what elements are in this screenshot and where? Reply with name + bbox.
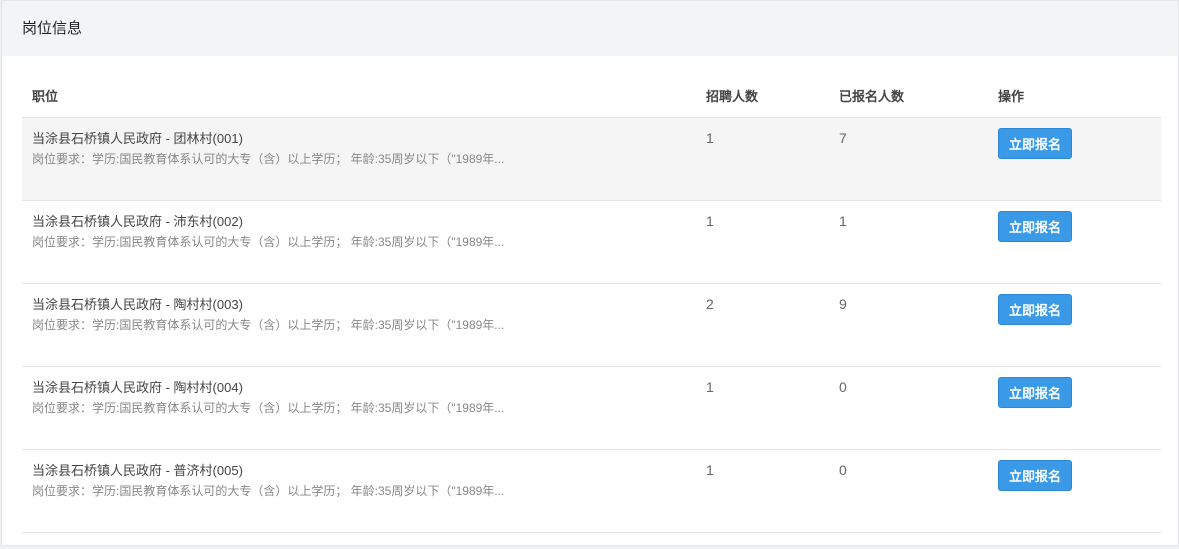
position-title[interactable]: 当涂县石桥镇人民政府 - 普济村(005) [32,462,706,480]
job-info-panel: 岗位信息 职位 招聘人数 已报名人数 操作 当涂县石桥镇人民政府 - 团林村(0… [1,0,1179,546]
hire-count: 1 [706,117,839,201]
action-cell: 立即报名 [998,366,1161,450]
panel-title: 岗位信息 [2,1,1178,56]
position-title[interactable]: 当涂县石桥镇人民政府 - 团林村(001) [32,130,706,148]
col-applied-count: 已报名人数 [839,75,998,118]
position-cell: 当涂县石桥镇人民政府 - 团林村(001) 岗位要求：学历:国民教育体系认可的大专… [22,117,706,201]
col-position: 职位 [22,75,706,118]
apply-now-button[interactable]: 立即报名 [998,376,1073,408]
action-cell: 立即报名 [998,283,1161,367]
position-requirements: 岗位要求：学历:国民教育体系认可的大专（含）以上学历； 年龄:35周岁以下（"1… [32,400,505,415]
apply-now-button[interactable]: 立即报名 [998,459,1073,491]
hire-count: 1 [706,449,839,533]
hire-count: 2 [706,283,839,367]
position-cell: 当涂县石桥镇人民政府 - 普济村(005) 岗位要求：学历:国民教育体系认可的大专… [22,449,706,533]
position-cell: 当涂县石桥镇人民政府 - 陶村村(003) 岗位要求：学历:国民教育体系认可的大专… [22,283,706,367]
action-cell: 立即报名 [998,449,1161,533]
table-row: 当涂县石桥镇人民政府 - 陶村村(004) 岗位要求：学历:国民教育体系认可的大专… [22,366,1161,450]
jobs-table: 职位 招聘人数 已报名人数 操作 当涂县石桥镇人民政府 - 团林村(001) 岗位… [22,75,1161,533]
apply-now-button[interactable]: 立即报名 [998,127,1073,159]
table-header: 职位 招聘人数 已报名人数 操作 [22,75,1161,118]
position-cell: 当涂县石桥镇人民政府 - 沛东村(002) 岗位要求：学历:国民教育体系认可的大专… [22,200,706,284]
hire-count: 1 [706,200,839,284]
table-row: 当涂县石桥镇人民政府 - 普济村(005) 岗位要求：学历:国民教育体系认可的大专… [22,449,1161,533]
position-requirements: 岗位要求：学历:国民教育体系认可的大专（含）以上学历； 年龄:35周岁以下（"1… [32,234,505,249]
col-action: 操作 [998,75,1161,118]
applied-count: 7 [839,117,998,201]
col-hire-count: 招聘人数 [706,75,839,118]
table-row: 当涂县石桥镇人民政府 - 团林村(001) 岗位要求：学历:国民教育体系认可的大专… [22,117,1161,201]
table-row: 当涂县石桥镇人民政府 - 陶村村(003) 岗位要求：学历:国民教育体系认可的大专… [22,283,1161,367]
position-title[interactable]: 当涂县石桥镇人民政府 - 陶村村(004) [32,379,706,397]
action-cell: 立即报名 [998,117,1161,201]
position-cell: 当涂县石桥镇人民政府 - 陶村村(004) 岗位要求：学历:国民教育体系认可的大专… [22,366,706,450]
table-row: 当涂县石桥镇人民政府 - 沛东村(002) 岗位要求：学历:国民教育体系认可的大专… [22,200,1161,284]
position-requirements: 岗位要求：学历:国民教育体系认可的大专（含）以上学历； 年龄:35周岁以下（"1… [32,317,505,332]
position-title[interactable]: 当涂县石桥镇人民政府 - 陶村村(003) [32,296,706,314]
action-cell: 立即报名 [998,200,1161,284]
applied-count: 0 [839,449,998,533]
applied-count: 1 [839,200,998,284]
position-title[interactable]: 当涂县石桥镇人民政府 - 沛东村(002) [32,213,706,231]
applied-count: 0 [839,366,998,450]
position-requirements: 岗位要求：学历:国民教育体系认可的大专（含）以上学历； 年龄:35周岁以下（"1… [32,483,505,498]
apply-now-button[interactable]: 立即报名 [998,293,1073,325]
hire-count: 1 [706,366,839,450]
position-requirements: 岗位要求：学历:国民教育体系认可的大专（含）以上学历； 年龄:35周岁以下（"1… [32,151,505,166]
apply-now-button[interactable]: 立即报名 [998,210,1073,242]
applied-count: 9 [839,283,998,367]
